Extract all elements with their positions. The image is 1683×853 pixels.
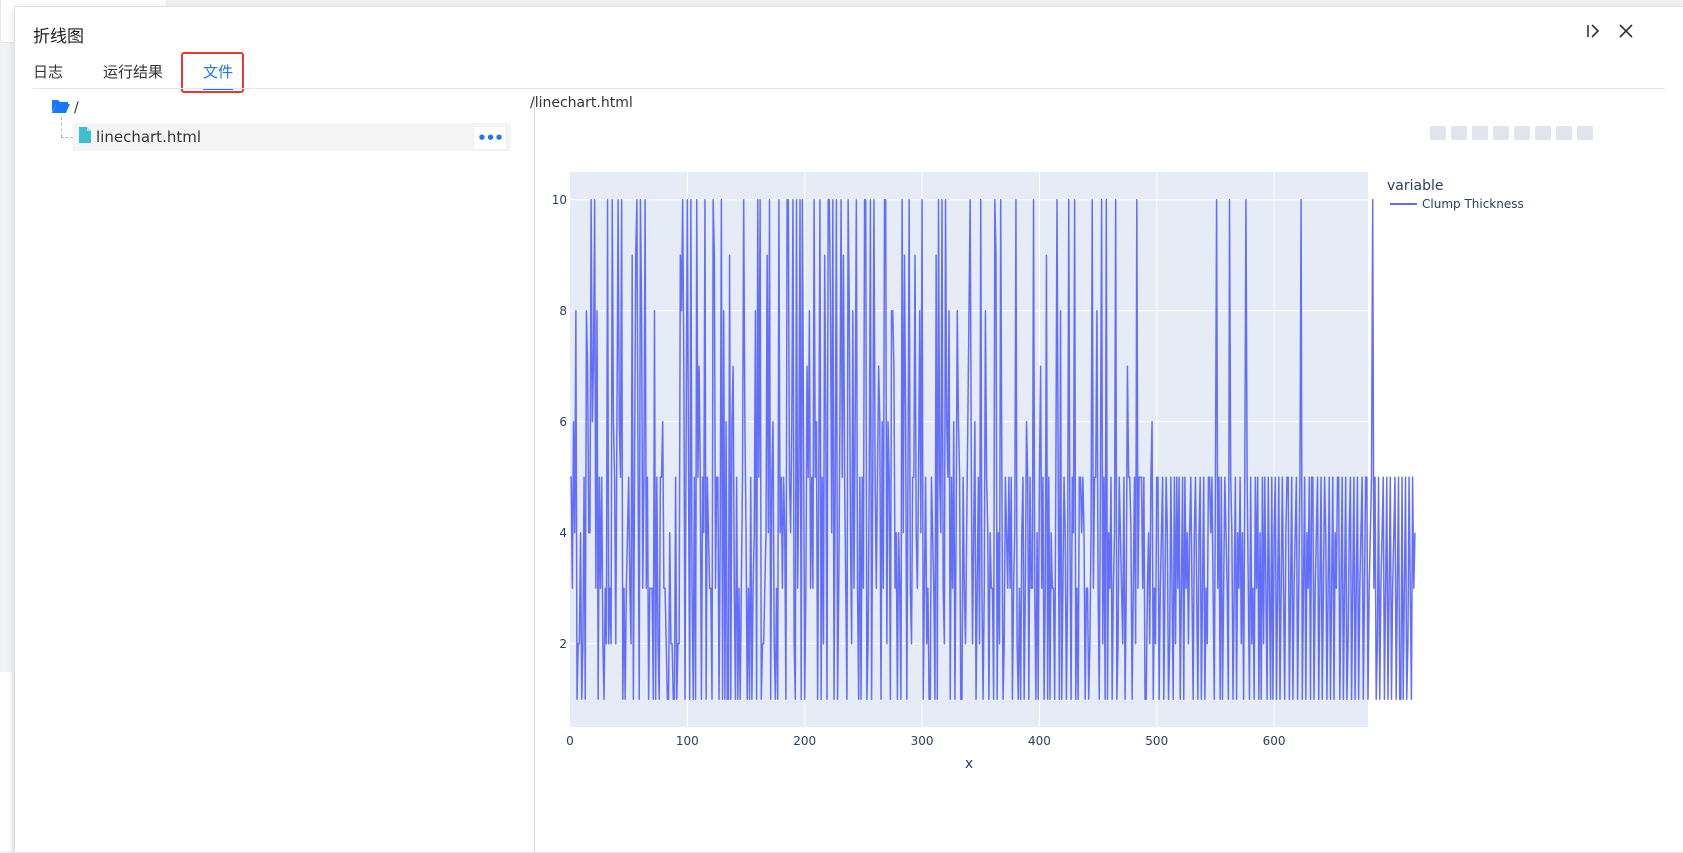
y-tick-label: 10	[552, 193, 567, 207]
tab-run-results-label: 运行结果	[103, 63, 164, 81]
y-tick-label: 8	[559, 304, 567, 318]
tab-highlight-box	[181, 52, 244, 93]
tree-root-label: /	[74, 100, 79, 116]
y-tick-label: 4	[559, 526, 567, 540]
legend-entry: Clump Thickness	[1422, 197, 1524, 211]
collapse-panel-icon[interactable]	[1586, 23, 1600, 39]
pan-icon[interactable]	[1472, 126, 1488, 140]
file-icon	[73, 127, 96, 147]
x-tick-label: 500	[1145, 734, 1168, 748]
zoom-out-icon[interactable]	[1514, 126, 1530, 140]
zoom-icon[interactable]	[1451, 126, 1467, 140]
x-tick-label: 400	[1028, 734, 1051, 748]
camera-icon[interactable]	[1430, 126, 1446, 140]
tree-connector-branch	[61, 137, 73, 138]
plot-modebar	[1430, 126, 1593, 140]
x-tick-label: 300	[911, 734, 934, 748]
dialog-title: 折线图	[33, 27, 84, 47]
autoscale-icon[interactable]	[1535, 126, 1551, 140]
x-tick-label: 0	[566, 734, 574, 748]
close-icon[interactable]	[1618, 23, 1634, 39]
x-tick-label: 600	[1263, 734, 1286, 748]
plotly-logo-icon[interactable]	[1577, 126, 1593, 140]
tree-connector	[61, 117, 62, 137]
folder-open-icon	[51, 98, 71, 118]
zoom-in-icon[interactable]	[1493, 126, 1509, 140]
x-tick-label: 100	[676, 734, 699, 748]
tab-log-label: 日志	[33, 63, 64, 81]
reset-axes-icon[interactable]	[1556, 126, 1572, 140]
dialog-header-actions	[1586, 23, 1634, 39]
legend-title: variable	[1387, 178, 1443, 194]
line-chart[interactable]: 0100200300400500600246810xvaluevariableC…	[540, 165, 1660, 805]
preview-file-path: /linechart.html	[530, 95, 633, 111]
y-tick-label: 6	[559, 415, 567, 429]
file-tree-pane: / linechart.html •••	[33, 89, 533, 852]
tree-file-item[interactable]: linechart.html •••	[73, 123, 511, 151]
more-dots-icon[interactable]: •••	[473, 126, 507, 150]
y-tick-label: 2	[559, 637, 567, 651]
x-tick-label: 200	[793, 734, 816, 748]
tab-run-results[interactable]: 运行结果	[103, 57, 163, 87]
tree-root-node[interactable]: /	[51, 98, 79, 118]
tab-log[interactable]: 日志	[33, 57, 63, 87]
tree-file-label: linechart.html	[96, 128, 201, 146]
pane-divider	[534, 97, 535, 852]
x-axis-label: x	[965, 756, 973, 772]
background-panel-bottom	[0, 672, 12, 851]
